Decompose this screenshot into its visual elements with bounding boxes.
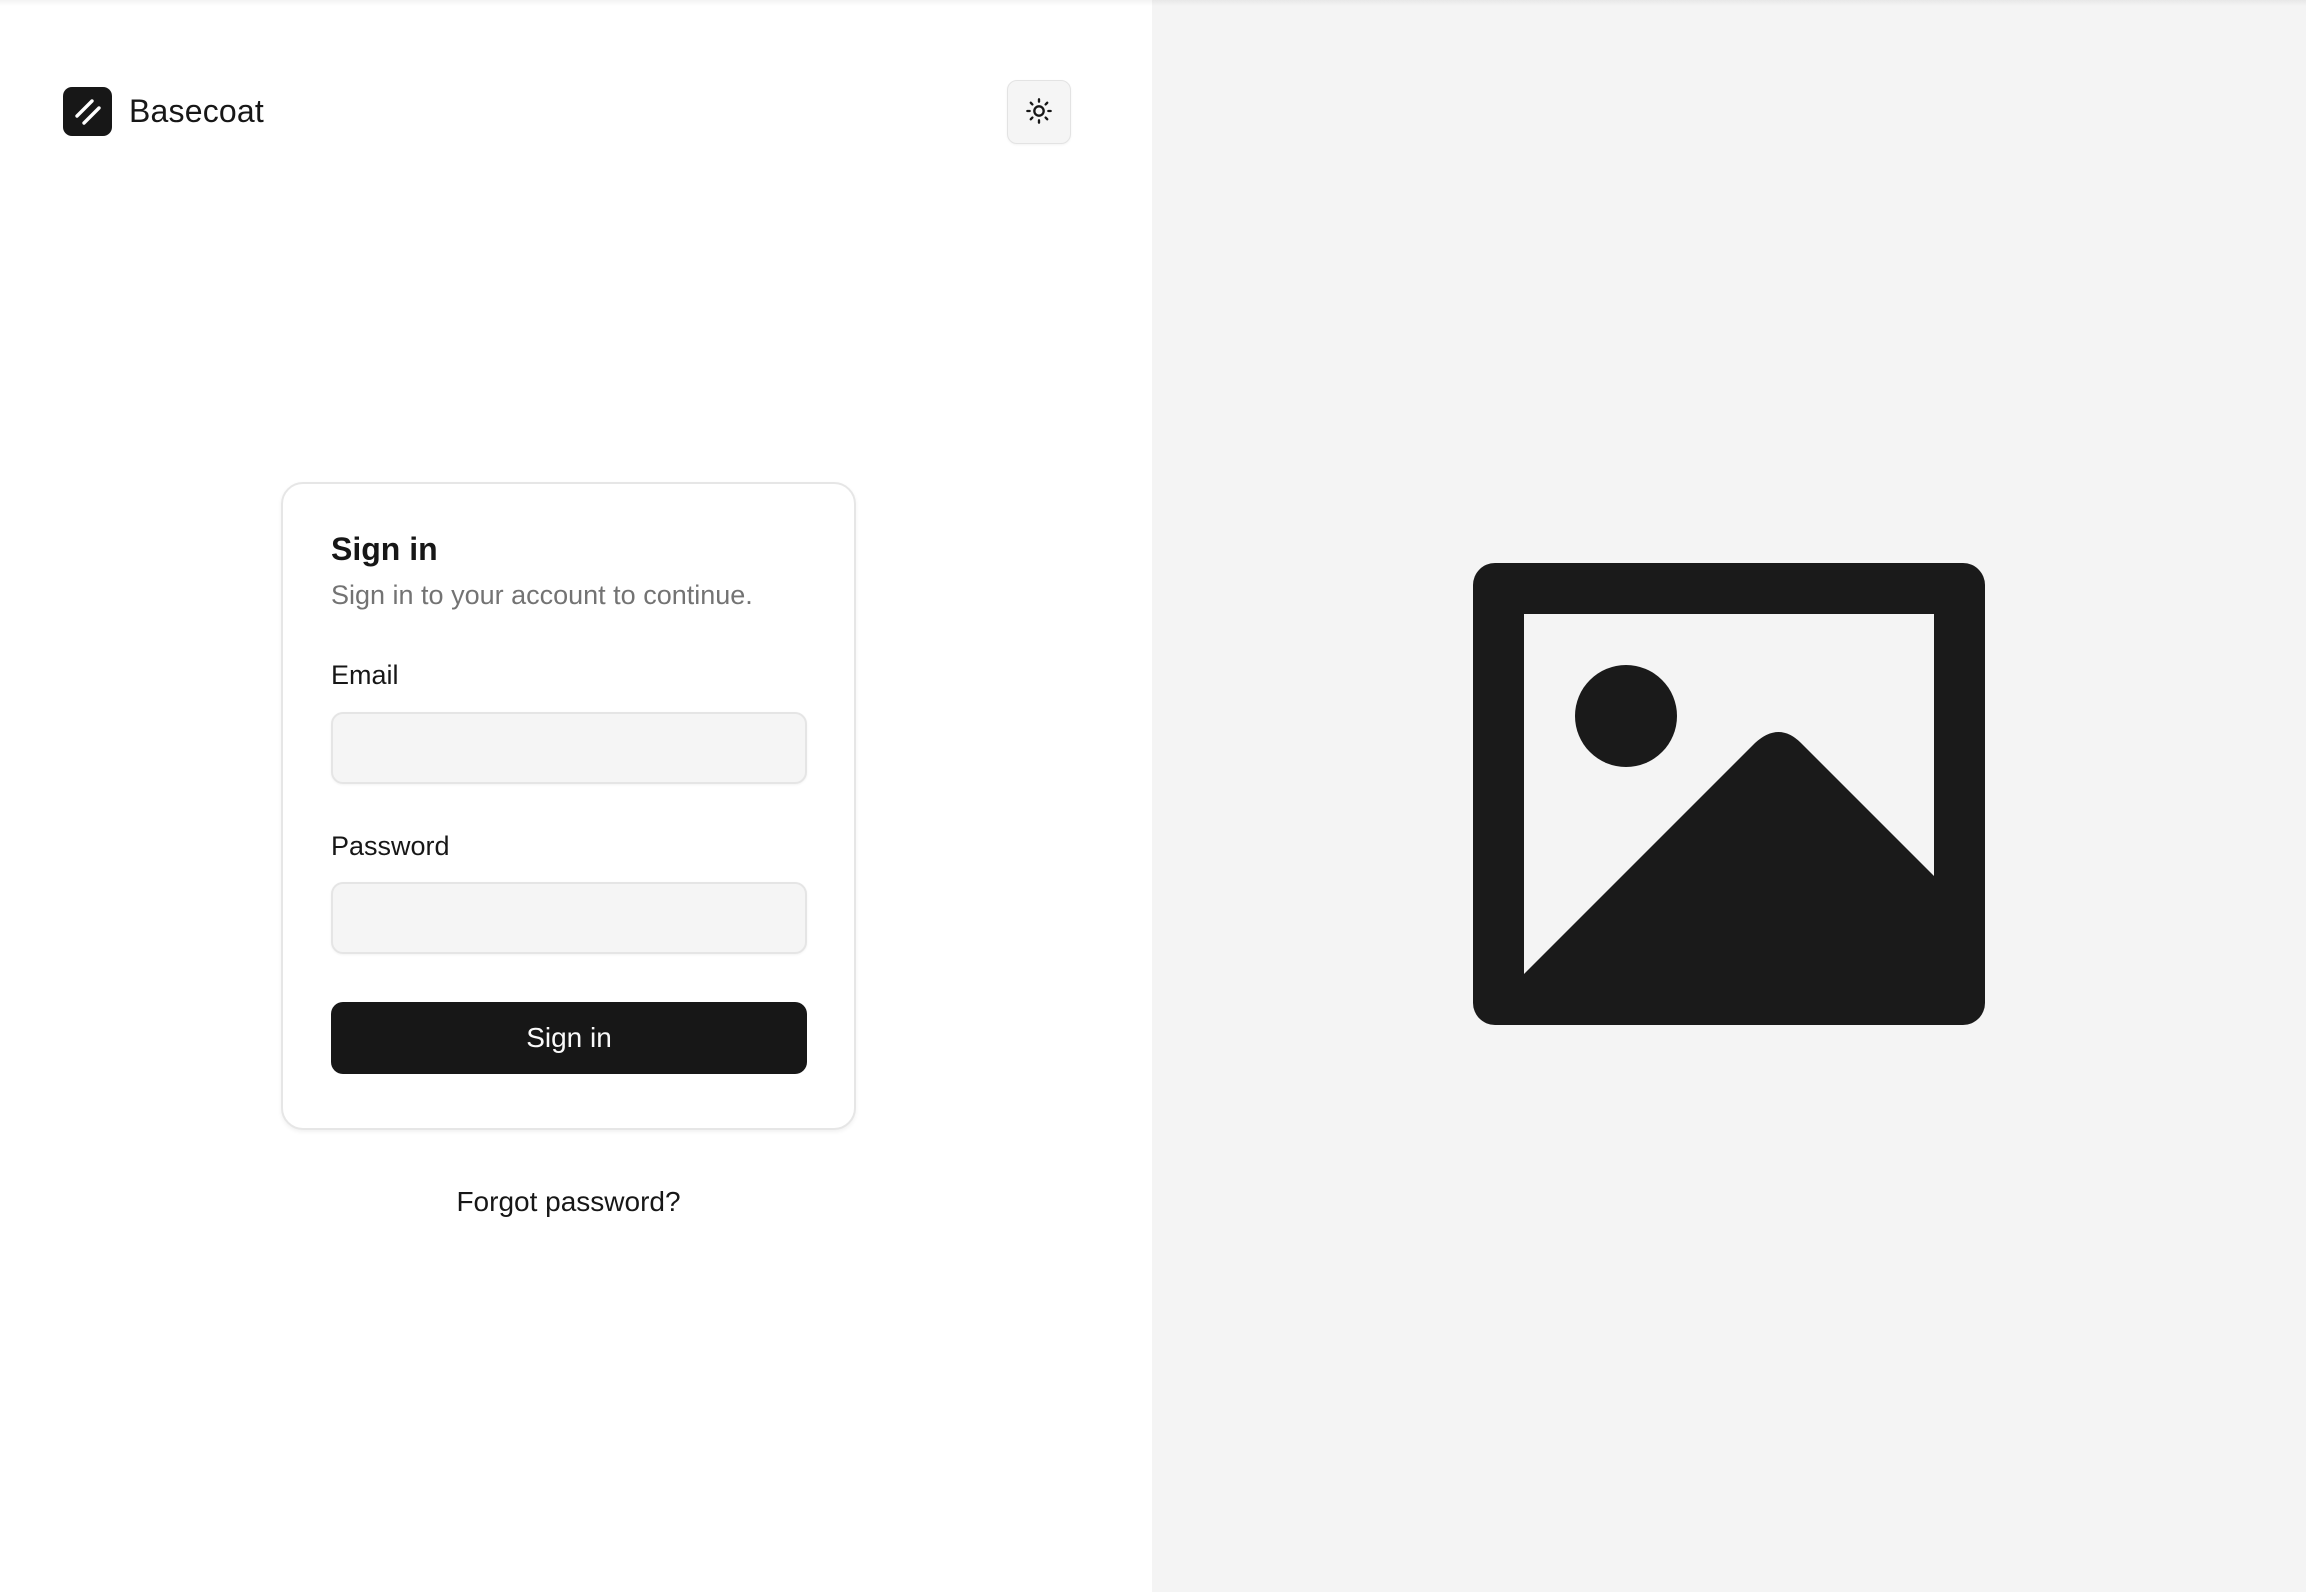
hero-panel [1152,0,2306,1592]
card-title: Sign in [331,531,438,567]
password-label: Password [331,830,450,861]
signin-card: Sign in Sign in to your account to conti… [281,482,856,1130]
email-label: Email [331,660,399,691]
brand-link[interactable]: Basecoat [63,87,264,136]
image-placeholder-icon [1473,562,1985,1030]
sun-icon [1025,97,1053,128]
email-field[interactable] [331,711,807,784]
card-description: Sign in to your account to continue. [331,580,753,611]
brand-name: Basecoat [129,93,265,129]
theme-toggle-button[interactable] [1007,80,1071,144]
forgot-password-link[interactable]: Forgot password? [281,1186,856,1218]
slash-logo-icon [63,87,112,136]
sign-in-button[interactable]: Sign in [331,1002,807,1075]
password-field[interactable] [331,882,807,955]
login-pane: Basecoat Sign in Sign in to your account… [0,0,1152,1592]
login-page: Basecoat Sign in Sign in to your account… [0,0,2306,1592]
